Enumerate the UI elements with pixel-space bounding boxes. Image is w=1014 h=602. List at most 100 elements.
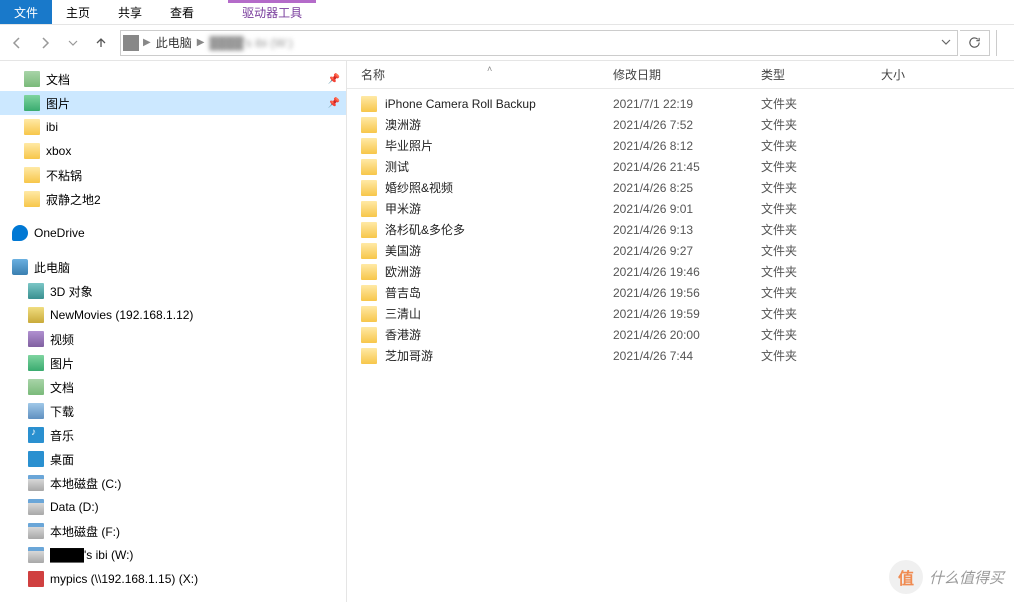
column-size[interactable]: 大小 — [881, 66, 1014, 83]
file-type: 文件夹 — [761, 137, 881, 154]
file-list[interactable]: iPhone Camera Roll Backup2021/7/1 22:19文… — [347, 89, 1014, 602]
tab-file[interactable]: 文件 — [0, 0, 52, 24]
tab-home[interactable]: 主页 — [52, 0, 104, 24]
tree-item[interactable]: 文档 — [0, 375, 346, 399]
file-type: 文件夹 — [761, 284, 881, 301]
tree-item[interactable]: 本地磁盘 (F:) — [0, 519, 346, 543]
tree-item-label: 文档 — [46, 71, 70, 88]
file-date: 2021/4/26 19:46 — [613, 265, 761, 279]
folder-icon — [361, 180, 377, 196]
crumb-drive[interactable]: ████'s ibi (W:) — [206, 36, 295, 50]
folder-icon — [361, 285, 377, 301]
tab-drive-tools[interactable]: 驱动器工具 — [228, 0, 316, 24]
address-bar[interactable]: ▶ 此电脑 ▶ ████'s ibi (W:) — [120, 30, 958, 56]
file-date: 2021/4/26 19:59 — [613, 307, 761, 321]
file-row[interactable]: 芝加哥游2021/4/26 7:44文件夹 — [347, 345, 1014, 366]
chevron-right-icon[interactable]: ▶ — [141, 37, 153, 48]
content-pane: 名称˄ 修改日期 类型 大小 iPhone Camera Roll Backup… — [347, 61, 1014, 602]
file-name: 三清山 — [385, 305, 613, 322]
file-date: 2021/4/26 19:56 — [613, 286, 761, 300]
file-type: 文件夹 — [761, 221, 881, 238]
folder-icon — [361, 222, 377, 238]
tree-item[interactable]: Data (D:) — [0, 495, 346, 519]
file-date: 2021/4/26 8:25 — [613, 181, 761, 195]
file-type: 文件夹 — [761, 158, 881, 175]
search-box-edge[interactable] — [996, 30, 1010, 56]
back-button[interactable] — [4, 30, 30, 56]
disk-icon — [28, 523, 44, 539]
tree-item-label: OneDrive — [34, 226, 85, 240]
refresh-button[interactable] — [960, 30, 990, 56]
tab-view[interactable]: 查看 — [156, 0, 208, 24]
watermark: 值 什么值得买 — [889, 560, 1004, 594]
column-type[interactable]: 类型 — [761, 66, 881, 83]
tree-item[interactable]: 音乐 — [0, 423, 346, 447]
disk-icon — [28, 475, 44, 491]
up-button[interactable] — [88, 30, 114, 56]
file-row[interactable]: 三清山2021/4/26 19:59文件夹 — [347, 303, 1014, 324]
file-type: 文件夹 — [761, 179, 881, 196]
tree-item[interactable]: 本地磁盘 (C:) — [0, 471, 346, 495]
tree-item[interactable]: OneDrive — [0, 221, 346, 245]
tree-item[interactable]: xbox — [0, 139, 346, 163]
file-type: 文件夹 — [761, 116, 881, 133]
tree-item-label: 图片 — [50, 355, 74, 372]
tree-item[interactable]: ████'s ibi (W:) — [0, 543, 346, 567]
file-name: 洛杉矶&多伦多 — [385, 221, 613, 238]
tree-item-label: 文档 — [50, 379, 74, 396]
file-type: 文件夹 — [761, 242, 881, 259]
tree-item[interactable]: 图片 — [0, 351, 346, 375]
file-row[interactable]: 美国游2021/4/26 9:27文件夹 — [347, 240, 1014, 261]
file-row[interactable]: 普吉岛2021/4/26 19:56文件夹 — [347, 282, 1014, 303]
tree-item[interactable]: 桌面 — [0, 447, 346, 471]
file-row[interactable]: 欧洲游2021/4/26 19:46文件夹 — [347, 261, 1014, 282]
tree-item[interactable]: 下载 — [0, 399, 346, 423]
column-name[interactable]: 名称˄ — [361, 66, 613, 83]
file-name: 美国游 — [385, 242, 613, 259]
file-date: 2021/4/26 7:52 — [613, 118, 761, 132]
history-dropdown[interactable] — [60, 30, 86, 56]
tree-item[interactable]: ibi — [0, 115, 346, 139]
column-date[interactable]: 修改日期 — [613, 66, 761, 83]
folder-icon — [24, 167, 40, 183]
tree-item[interactable]: 3D 对象 — [0, 279, 346, 303]
disk-icon — [28, 499, 44, 515]
tree-item-label: 此电脑 — [34, 259, 70, 276]
net-icon — [28, 571, 44, 587]
file-row[interactable]: 香港游2021/4/26 20:00文件夹 — [347, 324, 1014, 345]
tree-item-label: 本地磁盘 (C:) — [50, 475, 121, 492]
pics-icon — [28, 355, 44, 371]
tree-item[interactable]: 文档📌 — [0, 67, 346, 91]
desk-icon — [28, 451, 44, 467]
file-name: 香港游 — [385, 326, 613, 343]
folder-icon — [361, 264, 377, 280]
chevron-right-icon[interactable]: ▶ — [195, 37, 207, 48]
file-type: 文件夹 — [761, 347, 881, 364]
tree-item[interactable]: 不粘锅 — [0, 163, 346, 187]
pc-icon — [12, 259, 28, 275]
tree-item[interactable]: 视频 — [0, 327, 346, 351]
forward-button[interactable] — [32, 30, 58, 56]
column-headers: 名称˄ 修改日期 类型 大小 — [347, 61, 1014, 89]
crumb-thispc[interactable]: 此电脑 — [153, 34, 195, 51]
tree-item[interactable]: 寂静之地2 — [0, 187, 346, 211]
tree-item[interactable]: mypics (\\192.168.1.15) (X:) — [0, 567, 346, 591]
sort-asc-icon: ˄ — [487, 64, 492, 74]
file-row[interactable]: 婚纱照&视频2021/4/26 8:25文件夹 — [347, 177, 1014, 198]
file-row[interactable]: 毕业照片2021/4/26 8:12文件夹 — [347, 135, 1014, 156]
file-row[interactable]: 甲米游2021/4/26 9:01文件夹 — [347, 198, 1014, 219]
file-row[interactable]: 洛杉矶&多伦多2021/4/26 9:13文件夹 — [347, 219, 1014, 240]
tree-item[interactable]: 图片📌 — [0, 91, 346, 115]
navigation-bar: ▶ 此电脑 ▶ ████'s ibi (W:) — [0, 25, 1014, 61]
address-dropdown[interactable] — [937, 36, 955, 50]
tab-share[interactable]: 共享 — [104, 0, 156, 24]
file-row[interactable]: 澳洲游2021/4/26 7:52文件夹 — [347, 114, 1014, 135]
tree-item[interactable]: 此电脑 — [0, 255, 346, 279]
file-row[interactable]: iPhone Camera Roll Backup2021/7/1 22:19文… — [347, 93, 1014, 114]
obj3d-icon — [28, 283, 44, 299]
file-name: iPhone Camera Roll Backup — [385, 97, 613, 111]
tree-item-label: ████'s ibi (W:) — [50, 548, 133, 562]
navigation-tree[interactable]: 文档📌图片📌ibixbox不粘锅寂静之地2 OneDrive 此电脑 3D 对象New… — [0, 61, 347, 602]
file-row[interactable]: 测试2021/4/26 21:45文件夹 — [347, 156, 1014, 177]
tree-item[interactable]: NewMovies (192.168.1.12) — [0, 303, 346, 327]
